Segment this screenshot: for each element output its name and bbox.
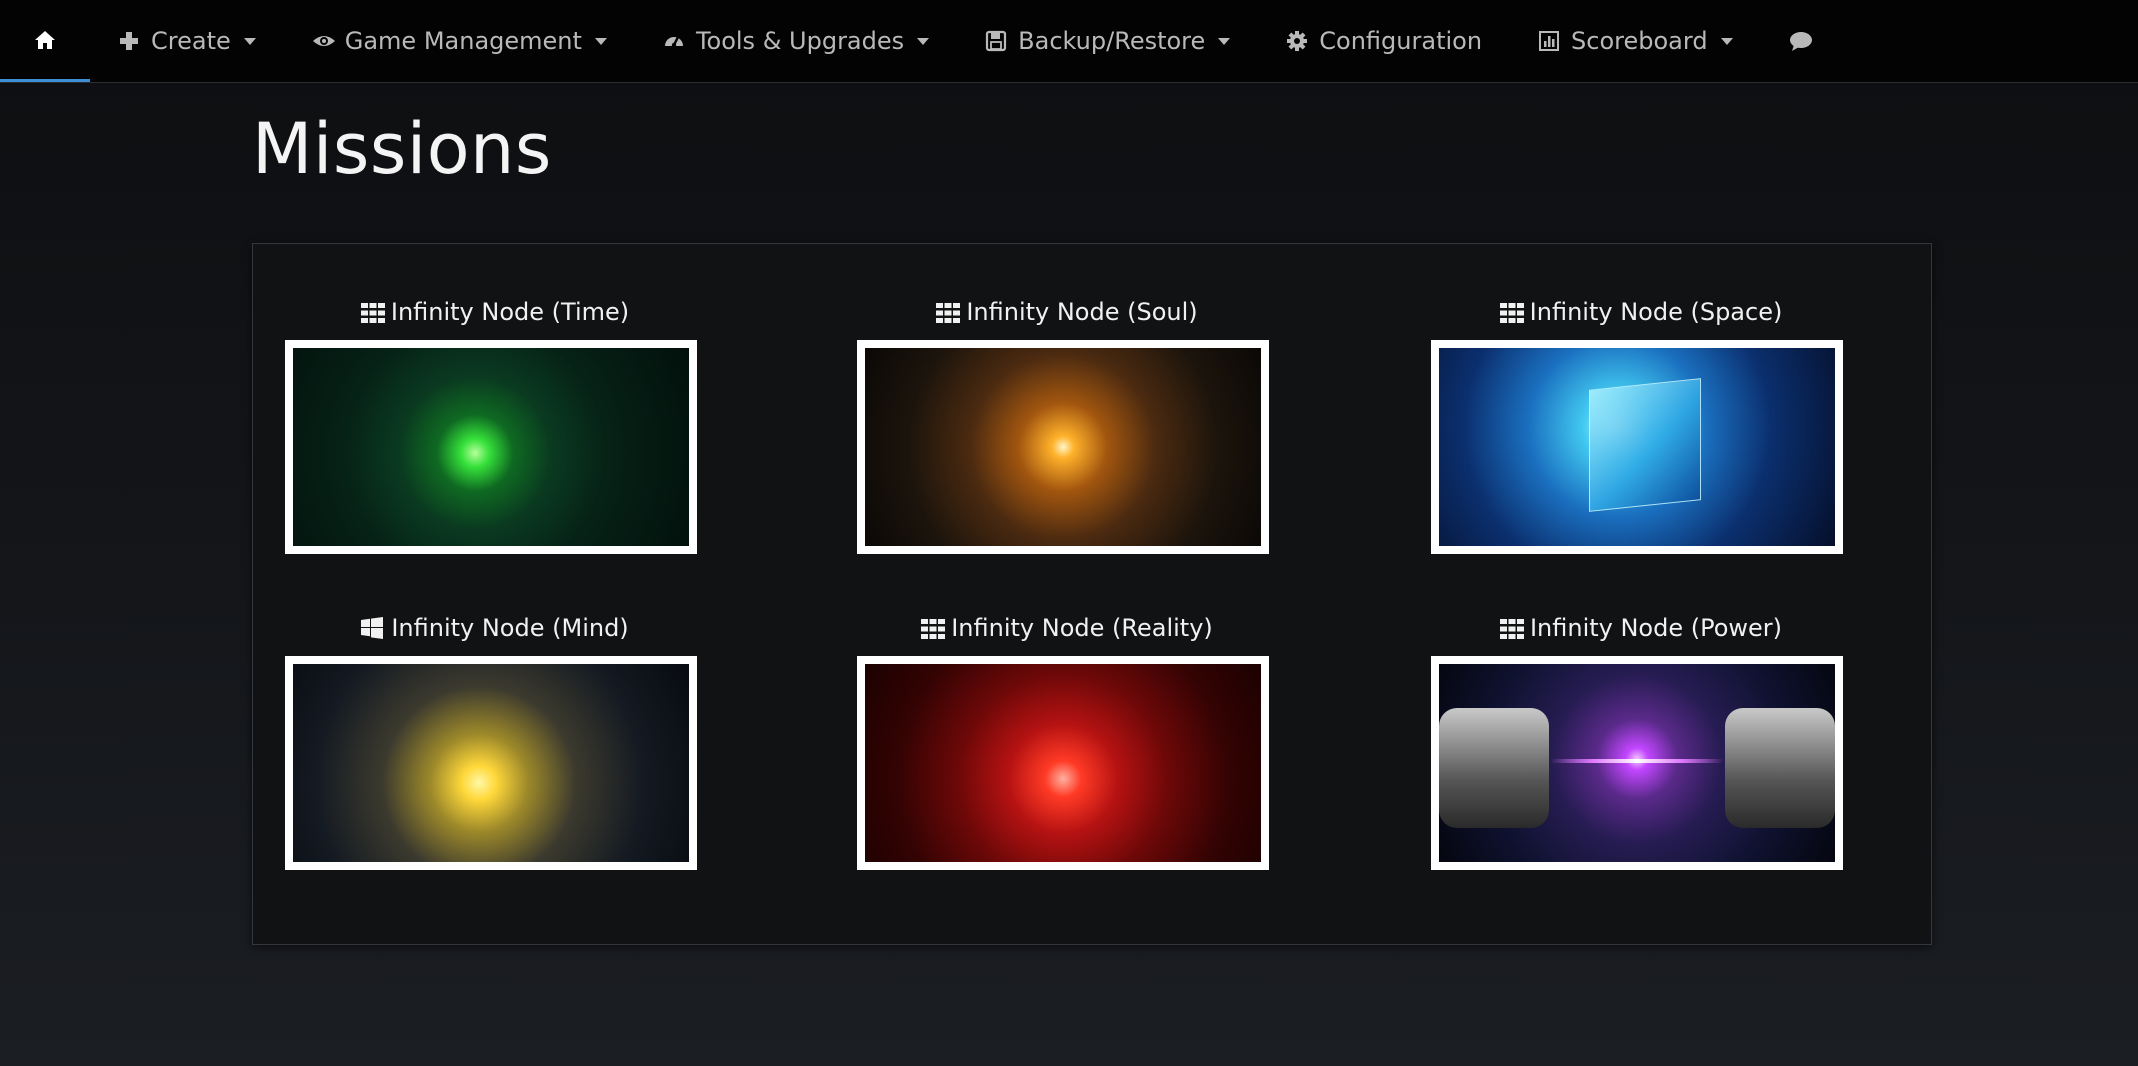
chevron-down-icon	[1720, 37, 1733, 45]
mission-label-text: Infinity Node (Mind)	[391, 614, 629, 642]
nav-home[interactable]	[0, 0, 90, 82]
mind-stone-image	[293, 664, 689, 862]
page-title: Missions	[252, 108, 552, 190]
orb-bracket-right	[1725, 707, 1835, 828]
mission-label-text: Infinity Node (Soul)	[966, 298, 1198, 326]
mission-card-mind[interactable]: Infinity Node (Mind)	[285, 608, 705, 870]
chevron-down-icon	[1218, 37, 1231, 45]
mission-thumbnail[interactable]	[1431, 656, 1843, 870]
space-stone-image	[1439, 348, 1835, 546]
power-stone-image	[1439, 664, 1835, 862]
nav-game-management[interactable]: Game Management	[284, 0, 635, 82]
grid-icon	[360, 301, 385, 323]
mission-card-soul[interactable]: Infinity Node (Soul)	[857, 292, 1277, 554]
energy-beam	[1549, 759, 1725, 764]
nav-configuration-label: Configuration	[1319, 27, 1483, 55]
chat-icon	[1789, 30, 1812, 52]
mission-label-text: Infinity Node (Space)	[1529, 298, 1783, 326]
grid-icon	[1499, 301, 1524, 323]
mission-label-text: Infinity Node (Time)	[390, 298, 630, 326]
nav-backup-restore-label: Backup/Restore	[1018, 27, 1206, 55]
nav-game-management-label: Game Management	[344, 27, 582, 55]
mission-title[interactable]: Infinity Node (Soul)	[857, 292, 1277, 332]
chevron-down-icon	[917, 37, 930, 45]
bar-chart-icon	[1538, 30, 1560, 52]
mission-label-text: Infinity Node (Power)	[1529, 614, 1783, 642]
gear-icon	[1286, 30, 1308, 52]
save-icon	[985, 30, 1007, 52]
nav-backup-restore[interactable]: Backup/Restore	[957, 0, 1258, 82]
nav-tools-upgrades-label: Tools & Upgrades	[695, 27, 905, 55]
eye-icon	[312, 30, 335, 52]
chevron-down-icon	[243, 37, 256, 45]
grid-icon	[1499, 617, 1524, 639]
mission-thumbnail[interactable]	[1431, 340, 1843, 554]
mission-card-reality[interactable]: Infinity Node (Reality)	[857, 608, 1277, 870]
dashboard-icon	[663, 30, 685, 52]
orb-bracket-left	[1439, 707, 1549, 828]
mission-thumbnail[interactable]	[285, 656, 697, 870]
mission-card-space[interactable]: Infinity Node (Space)	[1431, 292, 1851, 554]
mission-label-text: Infinity Node (Reality)	[951, 614, 1213, 642]
soul-stone-image	[865, 348, 1261, 546]
windows-icon	[361, 617, 384, 639]
mission-thumbnail[interactable]	[857, 656, 1269, 870]
mission-card-time[interactable]: Infinity Node (Time)	[285, 292, 705, 554]
mission-thumbnail[interactable]	[285, 340, 697, 554]
nav-chat[interactable]	[1761, 0, 1839, 82]
chevron-down-icon	[594, 37, 607, 45]
nav-create-label: Create	[151, 27, 231, 55]
top-navbar: Create Game Management Tools & Upgrades …	[0, 0, 2138, 83]
nav-configuration[interactable]: Configuration	[1258, 0, 1510, 82]
nav-create[interactable]: Create	[90, 0, 284, 82]
nav-scoreboard[interactable]: Scoreboard	[1510, 0, 1761, 82]
mission-thumbnail[interactable]	[857, 340, 1269, 554]
plus-icon	[118, 30, 140, 52]
home-icon	[34, 29, 56, 51]
mission-title[interactable]: Infinity Node (Reality)	[857, 608, 1277, 648]
nav-tools-upgrades[interactable]: Tools & Upgrades	[635, 0, 957, 82]
time-stone-image	[293, 348, 689, 546]
nav-scoreboard-label: Scoreboard	[1571, 27, 1708, 55]
grid-icon	[921, 617, 946, 639]
mission-card-power[interactable]: Infinity Node (Power)	[1431, 608, 1851, 870]
mission-title[interactable]: Infinity Node (Mind)	[285, 608, 705, 648]
tesseract-cube	[1589, 377, 1702, 512]
missions-panel: Infinity Node (Time) Infinity Node (Soul…	[252, 243, 1932, 945]
mission-title[interactable]: Infinity Node (Space)	[1431, 292, 1851, 332]
reality-stone-image	[865, 664, 1261, 862]
mission-title[interactable]: Infinity Node (Power)	[1431, 608, 1851, 648]
mission-title[interactable]: Infinity Node (Time)	[285, 292, 705, 332]
grid-icon	[936, 301, 961, 323]
